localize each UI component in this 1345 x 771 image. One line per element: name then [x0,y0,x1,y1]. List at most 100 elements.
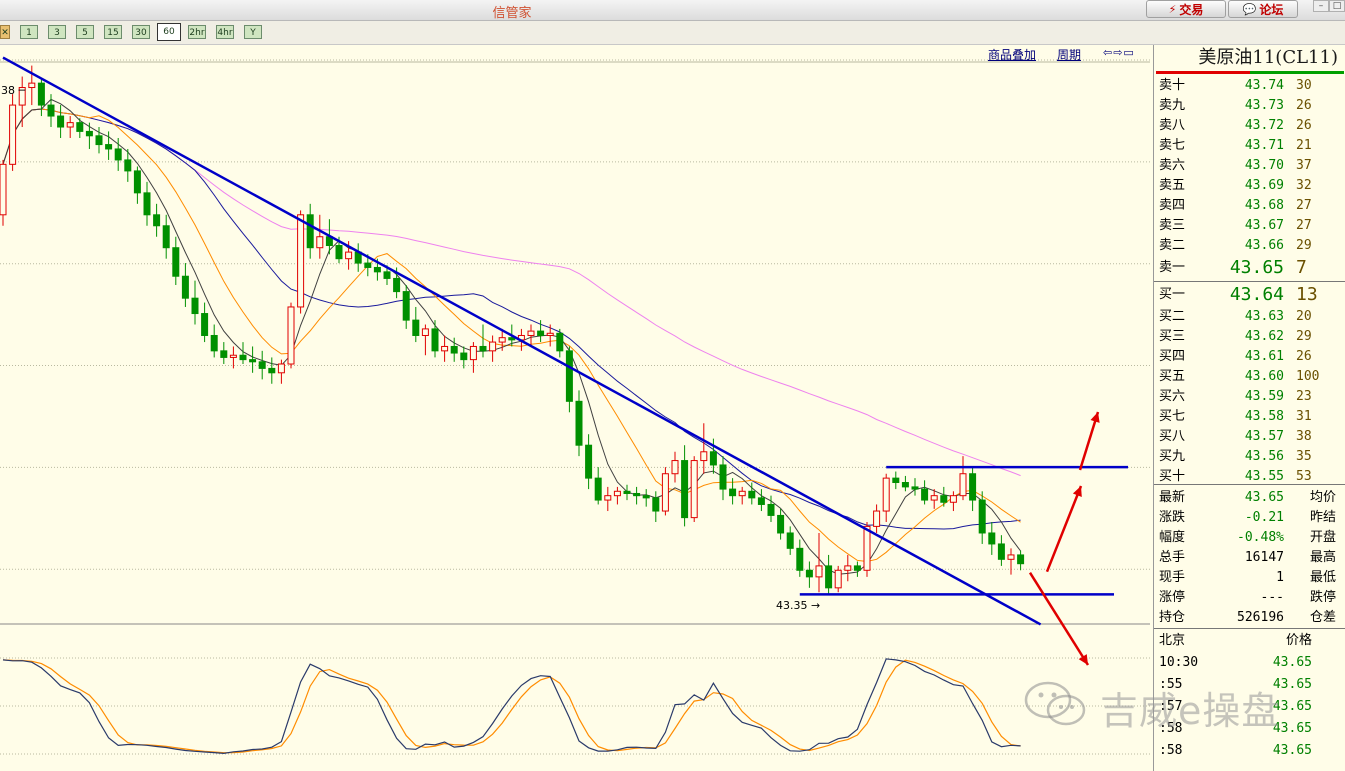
period-button[interactable]: 4hr [216,25,234,39]
ask-label: 卖六 [1159,158,1186,173]
ask-label: 卖八 [1159,118,1186,133]
trade-button[interactable]: ⚡ 交易 [1146,0,1226,18]
ask-price: 43.68 [1244,198,1284,213]
bid-price: 43.56 [1244,449,1284,464]
period-button[interactable]: Y [244,25,262,39]
candle-body [191,297,199,315]
ask-label: 卖一 [1159,260,1186,275]
candle-body [796,547,804,571]
candle-body [306,214,314,249]
stat-label: 幅度 [1159,530,1186,545]
period-button[interactable]: 30 [132,25,150,39]
candle-body [709,451,717,466]
bid-volume: 20 [1296,309,1312,324]
bid-row: 买四 43.61 26 [1154,347,1345,367]
candle-body [556,332,564,352]
stat-row: 持仓 526196 仓差 [1154,608,1345,628]
candle-body [383,271,391,279]
ask-bid-separator [1154,281,1345,282]
symbol-title: 美原油11(CL11) [1198,47,1338,68]
bid-volume: 35 [1296,449,1312,464]
stat-row: 最新 43.65 均价 [1154,488,1345,508]
candle-body [825,565,833,589]
toolbar-start-icon[interactable]: ✕ [0,25,10,39]
ask-label: 卖五 [1159,178,1186,193]
candle-body [940,495,948,503]
period-button[interactable]: 1 [20,25,38,39]
stat-label: 涨跌 [1159,510,1186,525]
stat-row: 涨停 --- 跌停 [1154,588,1345,608]
candle-body [28,82,36,89]
candle-body [114,148,122,161]
candle-body [143,192,151,216]
forum-button[interactable]: 💬 论坛 [1228,0,1298,18]
ma-line-20 [2,108,1021,530]
period-button[interactable]: 3 [48,25,66,39]
stat-row: 幅度 -0.48% 开盘 [1154,528,1345,548]
candle-body [345,251,353,260]
stat-label-2: 最低 [1310,570,1337,585]
candle-body [489,341,497,352]
restore-icon[interactable]: □ [1329,0,1345,12]
tick-price: 43.65 [1272,655,1312,670]
candle-body [498,337,506,343]
ask-label: 卖七 [1159,138,1186,153]
chart-nav-icons[interactable]: ⇦⇨▭ [1103,46,1135,59]
ticks-header: 北京 价格 [1154,630,1345,652]
candle-body [585,444,593,479]
bid-label: 买三 [1159,329,1186,344]
candlestick-chart[interactable]: 38 ─ 43.35 → [0,45,1152,771]
candle-body [57,115,65,128]
candle-body [201,313,209,336]
candle-body [268,367,276,374]
descending-trendline [2,56,1042,626]
candle-body [834,569,842,589]
bid-price: 43.62 [1244,329,1284,344]
bid-volume: 13 [1296,284,1318,305]
period-button[interactable]: 15 [104,25,122,39]
candle-body [623,490,631,494]
stat-value: --- [1260,590,1284,605]
candle-body [460,352,468,361]
candle-body [575,400,583,446]
title-bar: 信管家 ⚡ 交易 💬 论坛 – □ [0,0,1345,21]
candle-body [85,130,93,137]
stat-value: 526196 [1237,610,1284,625]
candle-body [882,477,890,512]
candle-body [633,492,641,497]
candle-body [249,359,257,363]
candle-body [421,328,429,336]
ask-volume: 30 [1296,78,1312,93]
candle-body [229,354,237,358]
period-link[interactable]: 周期 [1057,46,1081,63]
period-button[interactable]: 2hr [188,25,206,39]
candle-body [479,345,487,352]
candle-body [969,473,977,501]
overlay-link[interactable]: 商品叠加 [988,46,1036,63]
period-button[interactable]: 5 [76,25,94,39]
ask-row: 卖六 43.70 37 [1154,156,1345,176]
bid-row: 买一 43.64 13 [1154,285,1345,305]
candle-body [124,159,132,172]
ask-row: 卖九 43.73 26 [1154,96,1345,116]
candle-body [719,464,727,490]
minimize-icon[interactable]: – [1313,0,1329,12]
quote-panel: 美原油11(CL11) 卖十 43.74 30 卖九 43.73 26 卖八 43.72 26 卖… [1153,45,1345,771]
ask-volume: 37 [1296,158,1312,173]
bid-price: 43.64 [1229,284,1284,305]
stat-row: 涨跌 -0.21 昨结 [1154,508,1345,528]
candle-body [949,495,957,503]
candle-body [527,330,535,336]
bid-price: 43.60 [1244,369,1284,384]
stat-label: 涨停 [1159,590,1186,605]
candle-body [978,499,986,534]
candle-body [364,262,372,268]
candle-body [76,122,84,132]
candle-body [767,503,775,516]
candle-body [805,569,813,578]
candle-body [844,565,852,571]
candle-body [613,490,621,497]
period-button[interactable]: 60 [157,23,181,41]
candle-body [604,495,612,501]
bid-volume: 26 [1296,349,1312,364]
